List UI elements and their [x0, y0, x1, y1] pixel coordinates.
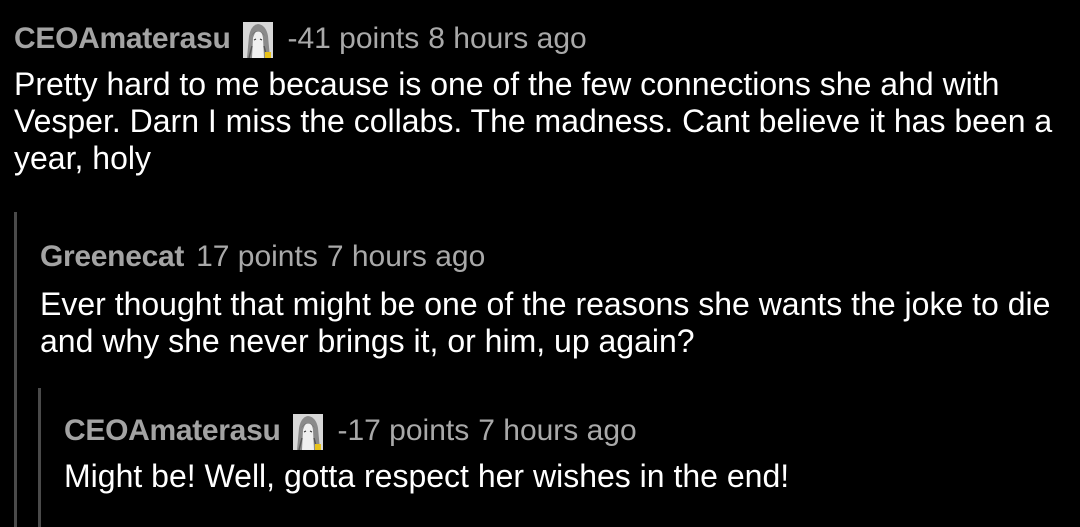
comment-reply: Greenecat 17 points 7 hours ago Ever tho… — [40, 236, 1060, 360]
thread-collapse-line[interactable] — [14, 212, 17, 527]
comment-username[interactable]: CEOAmaterasu — [14, 18, 231, 60]
anime-avatar-flair-icon — [293, 414, 324, 450]
comment-body: Might be! Well, gotta respect her wishes… — [64, 458, 790, 494]
comment: CEOAmaterasu -41 points 8 hours ago Pret… — [14, 18, 1064, 177]
comment-points: -41 points — [287, 22, 420, 55]
thread-collapse-line[interactable] — [38, 388, 41, 527]
comment-points: 17 points — [196, 240, 318, 273]
anime-avatar-flair-icon — [243, 22, 274, 58]
comment-meta: Greenecat 17 points 7 hours ago — [40, 236, 1060, 278]
comment-timestamp[interactable]: 7 hours ago — [478, 410, 636, 452]
comment-username[interactable]: Greenecat — [40, 236, 184, 278]
comment-username[interactable]: CEOAmaterasu — [64, 410, 281, 452]
comment-thread: CEOAmaterasu -41 points 8 hours ago Pret… — [0, 0, 1080, 527]
comment-meta: CEOAmaterasu -17 points 7 hours ago — [64, 410, 1064, 452]
comment-body: Pretty hard to me because is one of the … — [14, 66, 1053, 176]
comment-meta: CEOAmaterasu -41 points 8 hours ago — [14, 18, 1064, 60]
comment-timestamp[interactable]: 7 hours ago — [327, 236, 485, 278]
comment-timestamp[interactable]: 8 hours ago — [428, 18, 586, 60]
comment-points: -17 points — [337, 414, 470, 447]
comment-body: Ever thought that might be one of the re… — [40, 286, 1051, 359]
comment-reply: CEOAmaterasu -17 points 7 hours ago Migh… — [64, 410, 1064, 495]
